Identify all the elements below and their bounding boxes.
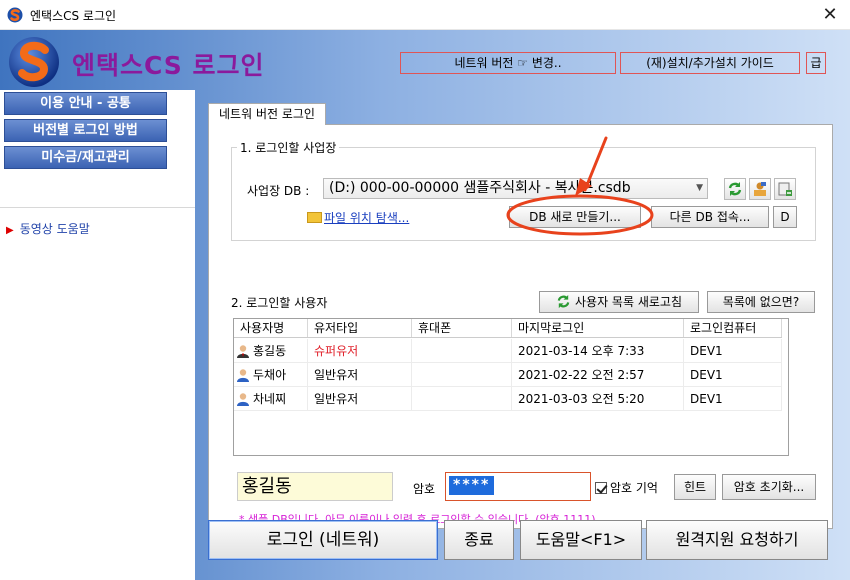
- user-name-cell: 두채아: [234, 363, 308, 386]
- login-button[interactable]: 로그인 (네트워): [208, 520, 438, 560]
- table-row[interactable]: 홍길동 슈퍼유저 2021-03-14 오후 7:33 DEV1: [234, 339, 782, 363]
- user-last-login-cell: 2021-03-03 오전 5:20: [512, 387, 684, 410]
- file-location-link[interactable]: 파일 위치 탐색...: [307, 209, 409, 226]
- sidebar-item-guide[interactable]: 이용 안내 - 공통: [4, 92, 167, 115]
- extra-button[interactable]: 급: [806, 52, 826, 74]
- db-select[interactable]: (D:) 000-00-00000 샘플주식회사 - 복사본.csdb ▼: [323, 178, 708, 199]
- db-tools-icon: [778, 182, 792, 196]
- user-last-login-cell: 2021-02-22 오전 2:57: [512, 363, 684, 386]
- refresh-db-button[interactable]: [724, 178, 746, 200]
- hint-button[interactable]: 힌트: [674, 474, 716, 500]
- column-header-computer: 로그인컴퓨터: [684, 319, 782, 337]
- sidebar: 이용 안내 - 공통 버전별 로그인 방법 미수금/재고관리 ▶ 동영상 도움말: [0, 90, 195, 580]
- user-type-cell: 슈퍼유저: [308, 339, 412, 362]
- refresh-users-label: 사용자 목록 새로고침: [575, 295, 682, 309]
- user-table: 사용자명 유저타입 휴대폰 마지막로그인 로그인컴퓨터 홍길동 슈퍼유저 202…: [233, 318, 789, 456]
- user-icon: [237, 393, 249, 406]
- setup-guide-button[interactable]: (재)설치/추가설치 가이드: [620, 52, 800, 74]
- window-title: 엔택스CS 로그인: [30, 9, 117, 23]
- user-phone-cell: [412, 363, 512, 386]
- sidebar-divider: [0, 207, 195, 208]
- refresh-icon: [557, 294, 570, 309]
- password-label: 암호: [413, 482, 436, 496]
- user-name-cell: 홍길동: [234, 339, 308, 362]
- remote-support-button[interactable]: 원격지원 요청하기: [646, 520, 828, 560]
- username-field[interactable]: 홍길동: [237, 472, 393, 501]
- help-button[interactable]: 도움말<F1>: [520, 520, 642, 560]
- user-last-login-cell: 2021-03-14 오후 7:33: [512, 339, 684, 362]
- workspace-group-title: 1. 로그인할 사업장: [237, 139, 340, 156]
- user-type-cell: 일반유저: [308, 387, 412, 410]
- user-phone-cell: [412, 387, 512, 410]
- password-field[interactable]: ****: [445, 472, 591, 501]
- user-settings-icon: [754, 182, 766, 196]
- db-select-value: (D:) 000-00-00000 샘플주식회사 - 복사본.csdb: [329, 180, 631, 196]
- login-window-body: 엔택스CS 로그인 네트워 버전 ☞ 변경.. (재)설치/추가설치 가이드 급…: [0, 30, 850, 580]
- table-header: 사용자명 유저타입 휴대폰 마지막로그인 로그인컴퓨터: [234, 319, 782, 338]
- db-tools-button[interactable]: [774, 178, 796, 200]
- refresh-users-button[interactable]: 사용자 목록 새로고침: [539, 291, 699, 313]
- folder-icon: [307, 212, 322, 223]
- video-help-link[interactable]: ▶ 동영상 도움말: [6, 220, 90, 237]
- user-group-title: 2. 로그인할 사용자: [231, 296, 328, 310]
- d-button[interactable]: D: [773, 206, 797, 228]
- chevron-down-icon: ▼: [696, 183, 703, 193]
- app-logo-icon: [7, 7, 23, 23]
- video-help-label: 동영상 도움말: [19, 222, 90, 236]
- network-version-button[interactable]: 네트워 버전 ☞ 변경..: [400, 52, 616, 74]
- checkbox-checked-icon: [595, 482, 607, 494]
- not-listed-button[interactable]: 목록에 없으면?: [707, 291, 815, 313]
- column-header-phone: 휴대폰: [412, 319, 512, 337]
- table-row[interactable]: 두채아 일반유저 2021-02-22 오전 2:57 DEV1: [234, 363, 782, 387]
- user-name-cell: 차네찌: [234, 387, 308, 410]
- user-type-cell: 일반유저: [308, 363, 412, 386]
- exit-button[interactable]: 종료: [444, 520, 514, 560]
- user-icon: [237, 369, 249, 382]
- new-db-button[interactable]: DB 새로 만들기...: [509, 206, 641, 228]
- login-panel: 1. 로그인할 사업장 사업장 DB : (D:) 000-00-00000 샘…: [208, 124, 833, 529]
- refresh-icon: [728, 182, 742, 196]
- app-logo-icon: [9, 37, 59, 87]
- window-titlebar: 엔택스CS 로그인 ✕: [0, 0, 850, 30]
- app-title: 엔택스CS 로그인: [72, 51, 265, 80]
- reset-password-button[interactable]: 암호 초기화...: [722, 474, 816, 500]
- remember-password-label: 암호 기억: [610, 481, 658, 495]
- play-triangle-icon: ▶: [6, 225, 14, 236]
- user-phone-cell: [412, 339, 512, 362]
- remember-password-checkbox[interactable]: 암호 기억: [595, 479, 658, 496]
- sidebar-item-login-method[interactable]: 버전별 로그인 방법: [4, 119, 167, 142]
- user-computer-cell: DEV1: [684, 387, 782, 410]
- password-mask: ****: [449, 476, 495, 495]
- user-db-button[interactable]: [749, 178, 771, 200]
- tab-network-login[interactable]: 네트워 버전 로그인: [208, 103, 326, 125]
- user-computer-cell: DEV1: [684, 363, 782, 386]
- close-icon[interactable]: ✕: [810, 0, 850, 30]
- sidebar-item-receivables[interactable]: 미수금/재고관리: [4, 146, 167, 169]
- column-header-name: 사용자명: [234, 319, 308, 337]
- column-header-last-login: 마지막로그인: [512, 319, 684, 337]
- other-db-button[interactable]: 다른 DB 접속...: [651, 206, 769, 228]
- file-location-label: 파일 위치 탐색...: [324, 211, 410, 225]
- table-row[interactable]: 차네찌 일반유저 2021-03-03 오전 5:20 DEV1: [234, 387, 782, 411]
- column-header-type: 유저타입: [308, 319, 412, 337]
- superuser-icon: [237, 345, 249, 358]
- db-label: 사업장 DB :: [247, 184, 310, 198]
- user-computer-cell: DEV1: [684, 339, 782, 362]
